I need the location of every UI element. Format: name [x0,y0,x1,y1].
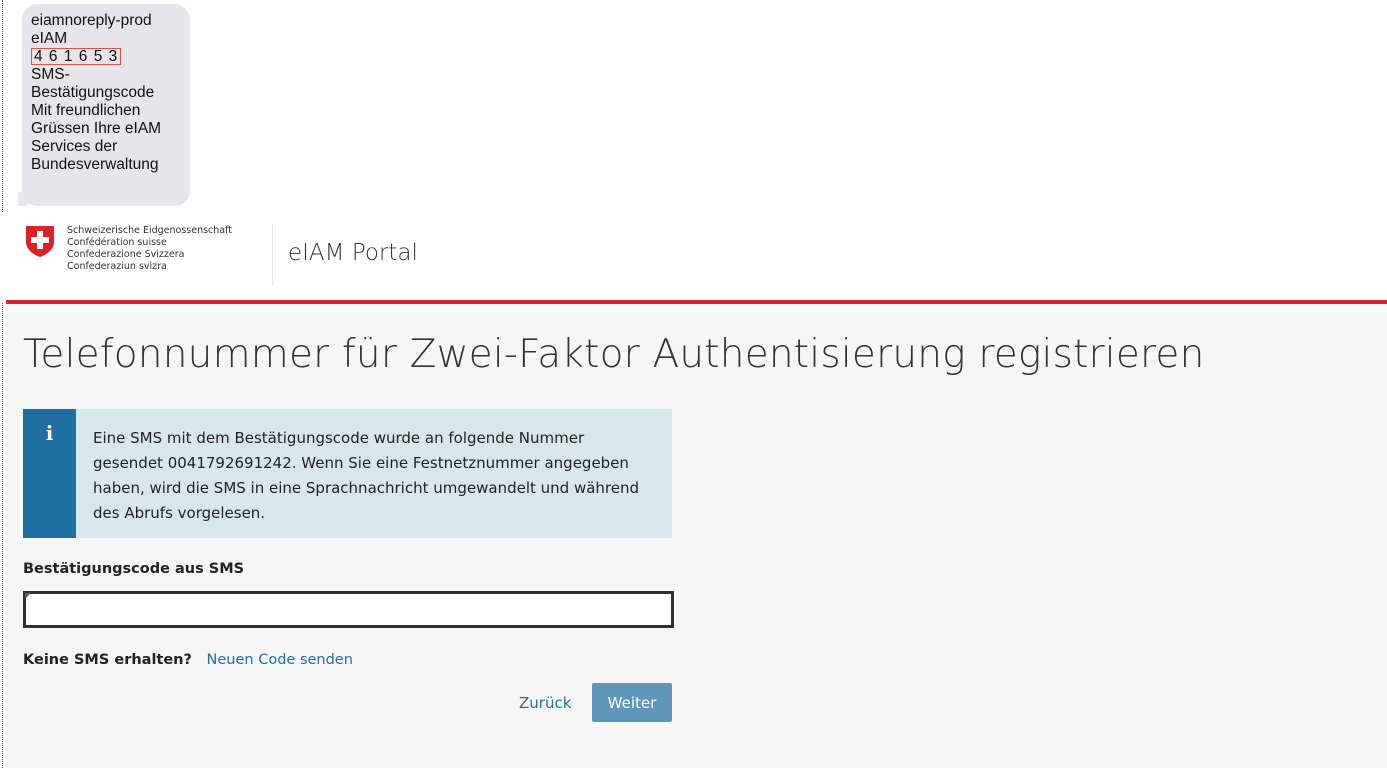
info-icon: i [45,421,54,445]
resend-row: Keine SMS erhalten? Neuen Code senden [23,652,353,668]
code-field-label: Bestätigungscode aus SMS [23,561,245,577]
confederation-line: Confederazione Svizzera [67,249,185,260]
swiss-flag-icon [26,226,54,257]
input-focus-marker [25,593,31,599]
sms-body-line: Services der [31,138,118,155]
sms-body-line: Grüssen Ihre eIAM [31,120,162,137]
sms-body-line: SMS- [31,66,70,83]
back-link[interactable]: Zurück [519,694,571,712]
sms-body-line: Mit freundlichen [31,102,141,119]
confederation-line: Confederaziun svizra [67,261,167,272]
sms-sender-name: eIAM [31,30,68,47]
resend-code-link[interactable]: Neuen Code senden [207,652,353,668]
sms-verification-code: 4 6 1 6 5 3 [31,48,122,65]
info-alert-text: Eine SMS mit dem Bestätigungscode wurde … [93,429,640,522]
page-title: Telefonnummer für Zwei-Faktor Authentisi… [23,332,1205,377]
sms-body-line: Bestätigungscode [31,84,155,101]
info-alert: i Eine SMS mit dem Bestätigungscode wurd… [23,409,672,538]
resend-label: Keine SMS erhalten? [23,652,192,668]
confederation-wordmark: Schweizerische Eidgenossenschaft Confédé… [67,225,232,273]
next-button[interactable]: Weiter [592,683,672,722]
sms-body-line: Bundesverwaltung [31,156,159,173]
info-icon-strip: i [23,409,76,538]
confederation-line: Schweizerische Eidgenossenschaft [67,225,233,236]
left-guide-line [2,0,3,768]
sms-message-bubble: eiamnoreply-prod eIAM 4 6 1 6 5 3 SMS- B… [18,4,190,206]
sms-sender: eiamnoreply-prod [31,12,152,29]
header-divider [272,224,273,286]
confederation-line: Confédération suisse [67,237,167,248]
verification-code-input[interactable] [23,591,674,628]
portal-title[interactable]: eIAM Portal [288,240,418,266]
